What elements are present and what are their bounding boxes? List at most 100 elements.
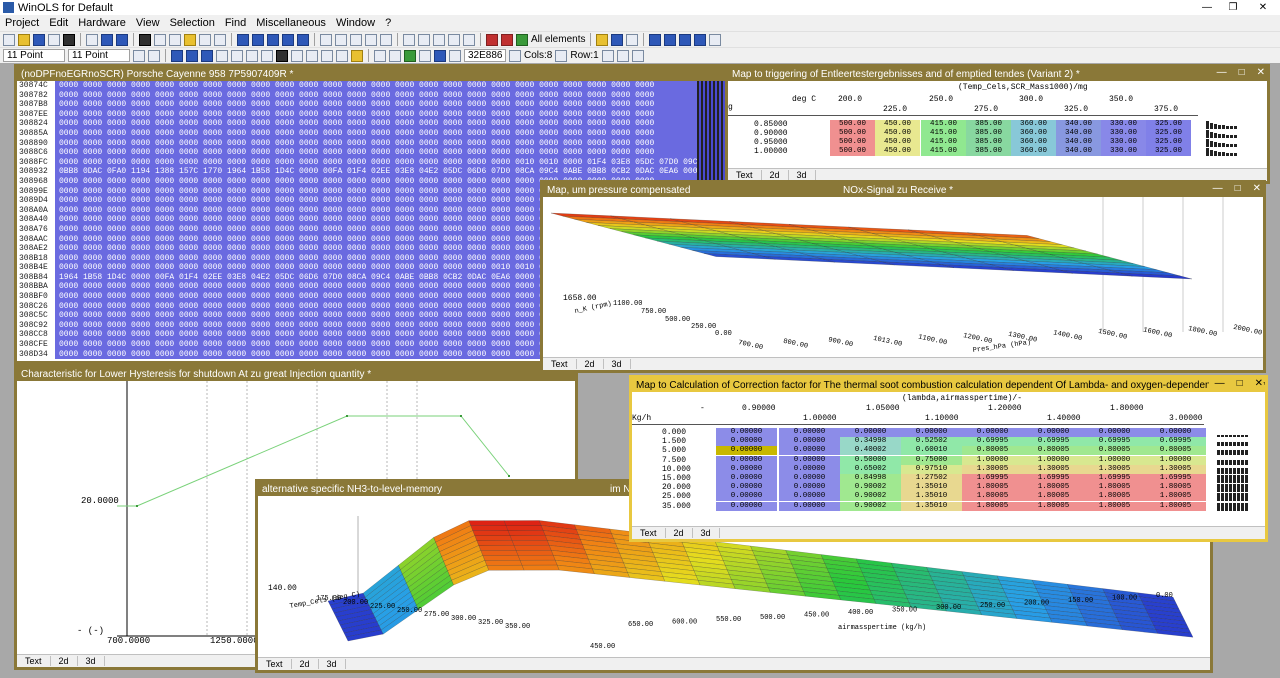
correction-cell[interactable]: 0.80005 xyxy=(1084,446,1145,456)
columns-icon[interactable] xyxy=(449,49,461,62)
new-file-icon[interactable] xyxy=(3,33,15,46)
address-spin-icon[interactable] xyxy=(509,49,521,62)
correction-cell[interactable]: 0.00000 xyxy=(779,455,840,465)
correction-cell[interactable]: 0.69995 xyxy=(962,437,1023,447)
row-spin-icon[interactable] xyxy=(601,49,614,62)
trigger-map-window[interactable]: Map to triggering of Entleertestergebnis… xyxy=(725,64,1270,184)
correction-cell[interactable]: 1.30005 xyxy=(1084,464,1145,474)
tab-2d[interactable]: 2d xyxy=(51,656,78,666)
correction-cell[interactable]: 0.34998 xyxy=(840,437,901,447)
tab-text[interactable]: Text xyxy=(728,170,762,180)
correction-cell[interactable]: 0.00000 xyxy=(1084,428,1145,437)
correction-cell[interactable]: 0.00000 xyxy=(716,464,777,474)
correction-cell[interactable]: 0.00000 xyxy=(779,464,840,474)
trigger-cell[interactable]: 385.00 xyxy=(966,147,1011,156)
home-icon[interactable] xyxy=(433,33,445,46)
signed-icon[interactable] xyxy=(246,49,258,62)
tab-3d[interactable]: 3d xyxy=(789,170,816,180)
trigger-cell[interactable]: 450.00 xyxy=(875,147,920,156)
nav-back-icon[interactable] xyxy=(403,33,415,46)
correction-cell[interactable]: 0.40002 xyxy=(840,446,901,456)
tab-3d[interactable]: 3d xyxy=(604,359,631,369)
correction-cell[interactable]: 0.90002 xyxy=(840,483,901,493)
menu-find[interactable]: Find xyxy=(220,17,251,29)
correction-cell[interactable]: 0.00000 xyxy=(716,492,777,502)
correction-cell[interactable]: 1.30005 xyxy=(1023,464,1084,474)
trigger-cell[interactable]: 325.00 xyxy=(1146,129,1191,138)
mark-icon[interactable] xyxy=(626,33,639,46)
redo-icon[interactable] xyxy=(116,33,128,46)
float-icon[interactable] xyxy=(216,49,228,62)
undo-icon[interactable] xyxy=(101,33,113,46)
maximize-icon[interactable]: □ xyxy=(1235,183,1241,197)
correction-cell[interactable]: 0.00000 xyxy=(716,455,777,465)
correction-cell[interactable]: 1.69995 xyxy=(1145,474,1206,483)
cols-spin-icon[interactable] xyxy=(555,49,568,62)
close-icon[interactable]: ✕ xyxy=(1257,67,1265,81)
correction-cell[interactable]: 0.00000 xyxy=(716,483,777,493)
open-folder-icon[interactable] xyxy=(18,33,30,46)
correction-cell[interactable]: 0.52502 xyxy=(901,437,962,447)
hex-row[interactable]: 3087B8 0000 0000 0000 0000 0000 0000 0000… xyxy=(17,100,725,110)
map-icon[interactable] xyxy=(365,33,377,46)
window-4-icon[interactable] xyxy=(694,33,707,46)
correction-cell[interactable]: 1.80005 xyxy=(1145,483,1206,493)
trigger-cell[interactable]: 500.00 xyxy=(830,138,875,147)
tab-text[interactable]: Text xyxy=(543,359,577,369)
menu-project[interactable]: Project xyxy=(0,17,44,29)
correction-cell[interactable]: 0.00000 xyxy=(779,483,840,493)
correction-cell[interactable]: 0.00000 xyxy=(901,428,962,437)
color-icon[interactable] xyxy=(351,49,363,62)
restore-icon[interactable]: ❐ xyxy=(1220,0,1246,15)
trigger-cell[interactable]: 330.00 xyxy=(1101,147,1146,156)
compare-icon[interactable] xyxy=(199,33,211,46)
scale-icon[interactable] xyxy=(419,49,431,62)
hex-values[interactable]: 0000 0000 0000 0000 0000 0000 0000 0000 … xyxy=(55,148,697,158)
trigger-cell[interactable]: 415.00 xyxy=(921,120,966,129)
menu-view[interactable]: View xyxy=(131,17,165,29)
trigger-cell[interactable]: 340.00 xyxy=(1056,129,1101,138)
trigger-cell[interactable]: 325.00 xyxy=(1146,138,1191,147)
hex-row[interactable]: 3088FC 0000 0000 0000 0000 0000 0000 0000… xyxy=(17,157,725,168)
correction-cell[interactable]: 0.00000 xyxy=(716,446,777,456)
hex-row[interactable]: 3088C6 0000 0000 0000 0000 0000 0000 0000… xyxy=(17,148,725,158)
correction-cell[interactable]: 0.60010 xyxy=(901,446,962,456)
trigger-cell[interactable]: 330.00 xyxy=(1101,120,1146,129)
highlight-icon[interactable] xyxy=(434,49,446,62)
hex-row[interactable]: 30874C 0000 0000 0000 0000 0000 0000 0000… xyxy=(17,81,725,91)
trigger-cell[interactable]: 360.00 xyxy=(1011,129,1056,138)
trigger-cell[interactable]: 360.00 xyxy=(1011,138,1056,147)
trigger-cell[interactable]: 325.00 xyxy=(1146,120,1191,129)
nox-3d-plot[interactable]: 1658.00 n_K (rpm) 1100.00 750.00 500.00 250.0… xyxy=(543,197,1263,360)
correction-cell[interactable]: 1.80005 xyxy=(1084,492,1145,502)
search-icon[interactable] xyxy=(139,33,151,46)
trigger-cell[interactable]: 385.00 xyxy=(966,120,1011,129)
hex-values[interactable]: 0BB8 0DAC 0FA0 1194 1388 157C 1770 1964 … xyxy=(55,167,697,177)
minimize-icon[interactable]: — xyxy=(1217,67,1227,81)
correction-cell[interactable]: 1.35010 xyxy=(901,501,962,511)
trigger-cell[interactable]: 360.00 xyxy=(1011,120,1056,129)
correction-cell[interactable]: 1.27502 xyxy=(901,474,962,483)
correction-cell[interactable]: 0.00000 xyxy=(962,428,1023,437)
hex-values[interactable]: 0000 0000 0000 0000 0000 0000 0000 0000 … xyxy=(55,138,697,149)
correction-cell[interactable]: 0.90002 xyxy=(840,492,901,502)
filter-icon[interactable] xyxy=(486,33,498,46)
hex-view-icon[interactable] xyxy=(320,33,332,46)
correction-cell[interactable]: 1.80005 xyxy=(962,501,1023,511)
correction-cell[interactable]: 0.69995 xyxy=(1023,437,1084,447)
correction-cell[interactable]: 1.80005 xyxy=(962,492,1023,502)
trigger-cell[interactable]: 500.00 xyxy=(830,120,875,129)
palette-icon[interactable] xyxy=(404,49,416,62)
correction-cell[interactable]: 1.69995 xyxy=(1084,474,1145,483)
correction-cell[interactable]: 1.80005 xyxy=(1084,501,1145,511)
trigger-cell[interactable]: 450.00 xyxy=(875,120,920,129)
plus-minus-icon[interactable] xyxy=(374,49,386,62)
menu-selection[interactable]: Selection xyxy=(165,17,220,29)
tab-text[interactable]: Text xyxy=(258,659,292,669)
correction-cell[interactable]: 1.80005 xyxy=(1023,492,1084,502)
cols-label[interactable]: Cols:8 xyxy=(524,50,552,61)
correction-cell[interactable]: 0.00000 xyxy=(779,474,840,483)
arrow-left-icon[interactable] xyxy=(616,49,629,62)
hex-row[interactable]: 308890 0000 0000 0000 0000 0000 0000 0000… xyxy=(17,138,725,149)
window-1-icon[interactable] xyxy=(649,33,662,46)
